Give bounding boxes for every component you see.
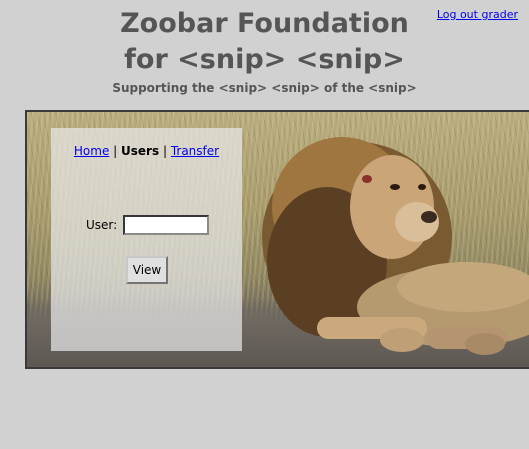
page-title-line2: for <snip> <snip>	[124, 44, 405, 75]
view-button[interactable]: View	[126, 256, 168, 284]
page-subtitle: Supporting the <snip> <snip> of the <sni…	[112, 81, 417, 95]
user-label: User:	[86, 218, 118, 232]
nav-separator: |	[162, 144, 167, 158]
nav-separator: |	[113, 144, 118, 158]
page: Log out grader Zoobar Foundation for <sn…	[0, 0, 529, 449]
nav-bar: Home | Users | Transfer	[51, 144, 242, 158]
user-input[interactable]	[123, 215, 210, 235]
banner-frame: Home | Users | Transfer User: View	[25, 110, 529, 369]
nav-panel: Home | Users | Transfer User: View	[51, 128, 242, 351]
nav-home-link[interactable]: Home	[74, 144, 109, 158]
nav-transfer-link[interactable]: Transfer	[171, 144, 219, 158]
user-row: User:	[86, 215, 210, 235]
page-title-line1: Zoobar Foundation	[120, 8, 409, 39]
nav-users-current: Users	[121, 144, 160, 158]
